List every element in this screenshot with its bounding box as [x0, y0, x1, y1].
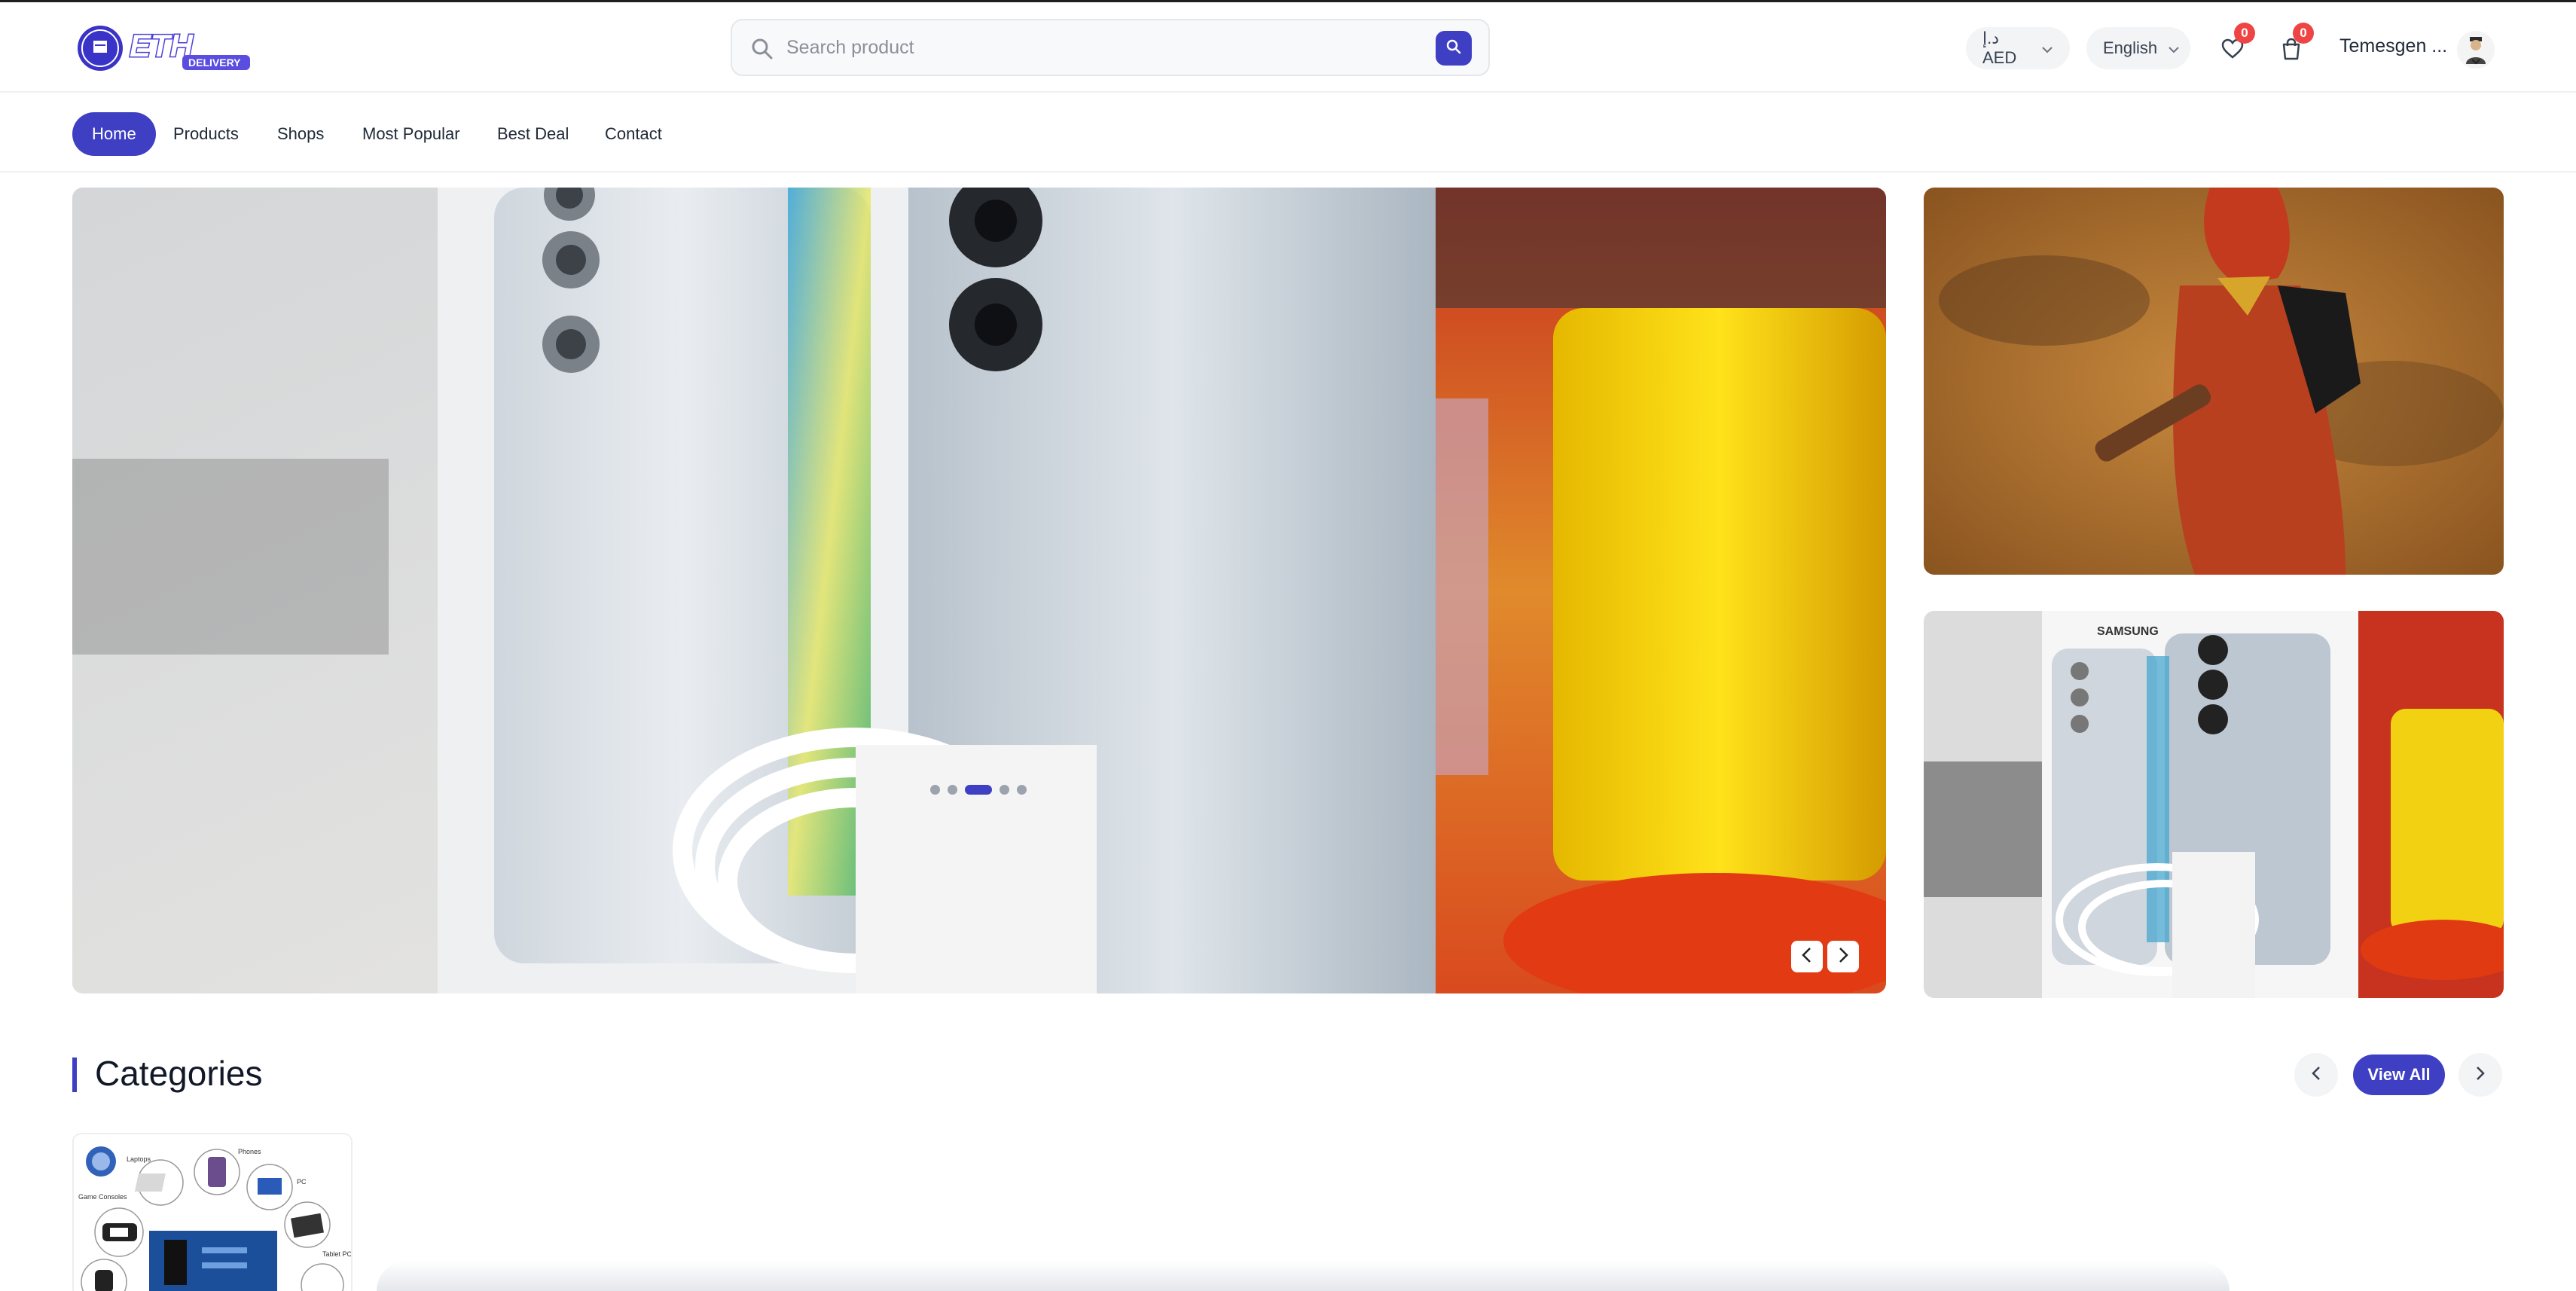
search-bar: [731, 19, 1490, 76]
currency-selector[interactable]: د.إ AED: [1966, 27, 2070, 69]
search-button[interactable]: [1436, 31, 1472, 66]
category-label-pc: PC: [297, 1178, 307, 1186]
header: ETH DELIVERY د.إ AED English 0 0: [0, 2, 2576, 93]
category-label-game-consoles: Game Consoles: [78, 1193, 127, 1201]
chevron-right-icon: [2474, 1065, 2486, 1085]
side-banner-bottom[interactable]: SAMSUNG: [1924, 611, 2504, 998]
view-all-button[interactable]: View All: [2353, 1054, 2445, 1095]
categories-prev-button[interactable]: [2294, 1053, 2338, 1097]
language-label: English: [2103, 38, 2158, 57]
hero-slider[interactable]: [72, 188, 1886, 993]
categories-next-button[interactable]: [2458, 1053, 2502, 1097]
category-card[interactable]: Laptops Phones PC Game Consoles Tablet P…: [72, 1133, 353, 1291]
hero-slide-image: [72, 188, 1886, 993]
slider-dot-active[interactable]: [965, 785, 992, 795]
chevron-left-icon: [1800, 947, 1814, 967]
wishlist-button[interactable]: 0: [2211, 23, 2255, 72]
chevron-down-icon: [2168, 38, 2180, 58]
search-input[interactable]: [786, 31, 1389, 64]
slider-dot[interactable]: [948, 785, 957, 795]
nav-item-most-popular[interactable]: Most Popular: [343, 112, 480, 156]
section-accent-bar: [72, 1058, 77, 1092]
side-banner-image: [1924, 188, 2504, 575]
category-card-image: Laptops Phones PC Game Consoles Tablet P…: [74, 1134, 353, 1291]
category-label-laptops: Laptops: [127, 1155, 151, 1163]
banner-brand-text: SAMSUNG: [2097, 625, 2159, 638]
user-name[interactable]: Temesgen ...: [2339, 35, 2447, 57]
cart-button[interactable]: 0: [2270, 23, 2314, 72]
nav-item-best-deal[interactable]: Best Deal: [478, 112, 588, 156]
nav-item-shops[interactable]: Shops: [258, 112, 343, 156]
search-icon: [750, 37, 774, 61]
category-label-phones: Phones: [238, 1148, 261, 1155]
search-icon: [1445, 38, 1463, 60]
categories-title: Categories: [95, 1054, 263, 1093]
nav-item-products[interactable]: Products: [154, 112, 258, 156]
side-banner-top[interactable]: [1924, 188, 2504, 575]
slider-pagination: [930, 785, 1027, 795]
floating-panel-edge: [377, 1261, 2230, 1291]
logo-subtext: DELIVERY: [188, 56, 241, 69]
chevron-right-icon: [1836, 947, 1850, 967]
chevron-left-icon: [2310, 1065, 2322, 1085]
main-nav: Home Products Shops Most Popular Best De…: [0, 93, 2576, 172]
category-label-tablet-pc: Tablet PC: [322, 1250, 353, 1258]
slider-next-button[interactable]: [1827, 941, 1859, 972]
slider-dot[interactable]: [930, 785, 940, 795]
site-logo[interactable]: ETH DELIVERY: [75, 22, 256, 75]
slider-dot[interactable]: [1000, 785, 1009, 795]
language-selector[interactable]: English: [2086, 27, 2190, 69]
chevron-down-icon: [2041, 38, 2053, 58]
slider-dot[interactable]: [1017, 785, 1027, 795]
slider-prev-button[interactable]: [1791, 941, 1823, 972]
wishlist-count-badge: 0: [2234, 23, 2255, 44]
cart-count-badge: 0: [2293, 23, 2314, 44]
nav-item-contact[interactable]: Contact: [585, 112, 682, 156]
avatar[interactable]: [2457, 31, 2495, 69]
currency-label: د.إ AED: [1982, 29, 2017, 67]
side-banner-image: SAMSUNG: [1924, 611, 2504, 998]
nav-item-home[interactable]: Home: [72, 112, 156, 156]
